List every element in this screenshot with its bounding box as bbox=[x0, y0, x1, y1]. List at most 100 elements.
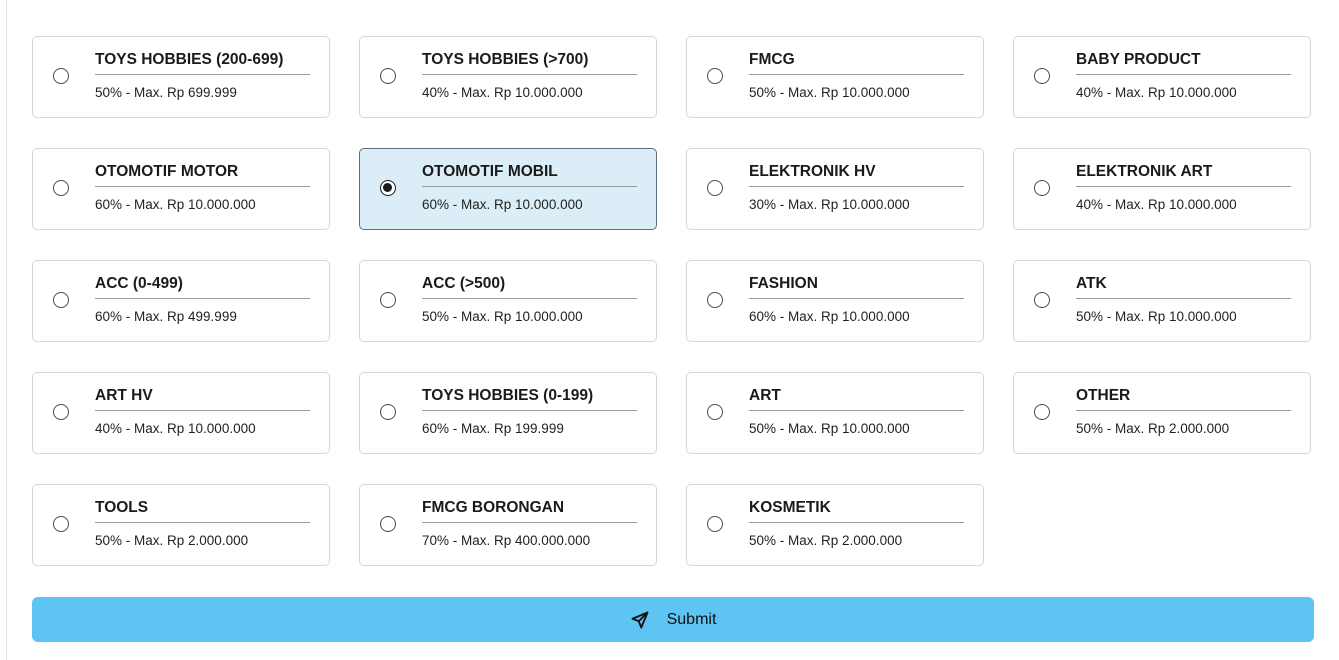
option-title: ACC (>500) bbox=[422, 274, 637, 299]
radio-button[interactable] bbox=[1034, 180, 1050, 196]
category-option[interactable]: BABY PRODUCT 40% - Max. Rp 10.000.000 bbox=[1013, 36, 1311, 118]
option-description: 50% - Max. Rp 2.000.000 bbox=[95, 533, 249, 548]
category-option[interactable]: ATK 50% - Max. Rp 10.000.000 bbox=[1013, 260, 1311, 342]
radio-button[interactable] bbox=[707, 180, 723, 196]
option-description: 50% - Max. Rp 10.000.000 bbox=[749, 421, 910, 436]
option-description: 40% - Max. Rp 10.000.000 bbox=[422, 85, 583, 100]
category-option[interactable]: ELEKTRONIK ART 40% - Max. Rp 10.000.000 bbox=[1013, 148, 1311, 230]
option-info: FASHION 60% - Max. Rp 10.000.000 bbox=[749, 274, 964, 325]
category-option[interactable]: ART HV 40% - Max. Rp 10.000.000 bbox=[32, 372, 330, 454]
option-title: FMCG bbox=[749, 50, 964, 75]
option-info: ACC (>500) 50% - Max. Rp 10.000.000 bbox=[422, 274, 637, 325]
send-icon bbox=[631, 611, 649, 628]
option-title: TOYS HOBBIES (200-699) bbox=[95, 50, 310, 75]
option-info: OTHER 50% - Max. Rp 2.000.000 bbox=[1076, 386, 1291, 437]
option-description: 50% - Max. Rp 2.000.000 bbox=[749, 533, 903, 548]
radio-button[interactable] bbox=[1034, 68, 1050, 84]
category-option[interactable]: ACC (0-499) 60% - Max. Rp 499.999 bbox=[32, 260, 330, 342]
option-info: FMCG 50% - Max. Rp 10.000.000 bbox=[749, 50, 964, 101]
option-title: FMCG BORONGAN bbox=[422, 498, 637, 523]
option-title: OTOMOTIF MOTOR bbox=[95, 162, 310, 187]
radio-button[interactable] bbox=[1034, 292, 1050, 308]
option-description: 60% - Max. Rp 10.000.000 bbox=[95, 197, 256, 212]
category-option[interactable]: FMCG 50% - Max. Rp 10.000.000 bbox=[686, 36, 984, 118]
radio-button[interactable] bbox=[380, 180, 396, 196]
option-info: TOYS HOBBIES (200-699) 50% - Max. Rp 699.… bbox=[95, 50, 310, 101]
option-info: OTOMOTIF MOTOR 60% - Max. Rp 10.000.000 bbox=[95, 162, 310, 213]
option-info: BABY PRODUCT 40% - Max. Rp 10.000.000 bbox=[1076, 50, 1291, 101]
option-title: ATK bbox=[1076, 274, 1291, 299]
option-description: 30% - Max. Rp 10.000.000 bbox=[749, 197, 910, 212]
option-info: FMCG BORONGAN 70% - Max. Rp 400.000.000 bbox=[422, 498, 637, 549]
option-info: ELEKTRONIK ART 40% - Max. Rp 10.000.000 bbox=[1076, 162, 1291, 213]
option-title: OTOMOTIF MOBIL bbox=[422, 162, 637, 187]
option-description: 50% - Max. Rp 10.000.000 bbox=[1076, 309, 1237, 324]
option-title: TOYS HOBBIES (0-199) bbox=[422, 386, 637, 411]
radio-button[interactable] bbox=[380, 404, 396, 420]
option-info: ART HV 40% - Max. Rp 10.000.000 bbox=[95, 386, 310, 437]
category-option[interactable]: ART 50% - Max. Rp 10.000.000 bbox=[686, 372, 984, 454]
radio-button[interactable] bbox=[707, 68, 723, 84]
category-option[interactable]: TOYS HOBBIES (0-199) 60% - Max. Rp 199.99… bbox=[359, 372, 657, 454]
category-option[interactable]: ELEKTRONIK HV 30% - Max. Rp 10.000.000 bbox=[686, 148, 984, 230]
radio-button[interactable] bbox=[380, 68, 396, 84]
option-info: TOYS HOBBIES (0-199) 60% - Max. Rp 199.99… bbox=[422, 386, 637, 437]
option-title: FASHION bbox=[749, 274, 964, 299]
option-description: 70% - Max. Rp 400.000.000 bbox=[422, 533, 591, 548]
category-option[interactable]: OTHER 50% - Max. Rp 2.000.000 bbox=[1013, 372, 1311, 454]
option-info: ATK 50% - Max. Rp 10.000.000 bbox=[1076, 274, 1291, 325]
option-info: OTOMOTIF MOBIL 60% - Max. Rp 10.000.000 bbox=[422, 162, 637, 213]
option-title: ART HV bbox=[95, 386, 310, 411]
category-option[interactable]: OTOMOTIF MOBIL 60% - Max. Rp 10.000.000 bbox=[359, 148, 657, 230]
radio-button[interactable] bbox=[53, 516, 69, 532]
submit-button[interactable]: Submit bbox=[32, 597, 1314, 642]
option-info: TOYS HOBBIES (>700) 40% - Max. Rp 10.000.… bbox=[422, 50, 637, 101]
radio-selected-dot bbox=[383, 183, 392, 192]
option-title: TOYS HOBBIES (>700) bbox=[422, 50, 637, 75]
radio-button[interactable] bbox=[53, 292, 69, 308]
option-description: 50% - Max. Rp 2.000.000 bbox=[1076, 421, 1230, 436]
radio-button[interactable] bbox=[707, 404, 723, 420]
option-description: 40% - Max. Rp 10.000.000 bbox=[1076, 197, 1237, 212]
radio-button[interactable] bbox=[707, 292, 723, 308]
option-title: BABY PRODUCT bbox=[1076, 50, 1291, 75]
option-description: 40% - Max. Rp 10.000.000 bbox=[1076, 85, 1237, 100]
radio-button[interactable] bbox=[53, 404, 69, 420]
option-title: ELEKTRONIK ART bbox=[1076, 162, 1291, 187]
radio-button[interactable] bbox=[380, 516, 396, 532]
option-title: KOSMETIK bbox=[749, 498, 964, 523]
radio-button[interactable] bbox=[707, 516, 723, 532]
category-option[interactable]: FASHION 60% - Max. Rp 10.000.000 bbox=[686, 260, 984, 342]
category-option[interactable]: ACC (>500) 50% - Max. Rp 10.000.000 bbox=[359, 260, 657, 342]
option-description: 60% - Max. Rp 10.000.000 bbox=[422, 197, 583, 212]
option-info: KOSMETIK 50% - Max. Rp 2.000.000 bbox=[749, 498, 964, 549]
category-option[interactable]: OTOMOTIF MOTOR 60% - Max. Rp 10.000.000 bbox=[32, 148, 330, 230]
radio-button[interactable] bbox=[380, 292, 396, 308]
option-info: TOOLS 50% - Max. Rp 2.000.000 bbox=[95, 498, 310, 549]
category-option[interactable]: TOYS HOBBIES (200-699) 50% - Max. Rp 699.… bbox=[32, 36, 330, 118]
radio-button[interactable] bbox=[1034, 404, 1050, 420]
option-info: ELEKTRONIK HV 30% - Max. Rp 10.000.000 bbox=[749, 162, 964, 213]
option-description: 50% - Max. Rp 10.000.000 bbox=[749, 85, 910, 100]
option-title: ACC (0-499) bbox=[95, 274, 310, 299]
option-description: 60% - Max. Rp 499.999 bbox=[95, 309, 237, 324]
left-divider bbox=[6, 0, 7, 660]
option-title: OTHER bbox=[1076, 386, 1291, 411]
option-description: 40% - Max. Rp 10.000.000 bbox=[95, 421, 256, 436]
category-option[interactable]: FMCG BORONGAN 70% - Max. Rp 400.000.000 bbox=[359, 484, 657, 566]
submit-label: Submit bbox=[666, 610, 717, 628]
category-option[interactable]: KOSMETIK 50% - Max. Rp 2.000.000 bbox=[686, 484, 984, 566]
option-description: 50% - Max. Rp 699.999 bbox=[95, 85, 237, 100]
option-info: ART 50% - Max. Rp 10.000.000 bbox=[749, 386, 964, 437]
option-description: 50% - Max. Rp 10.000.000 bbox=[422, 309, 583, 324]
radio-button[interactable] bbox=[53, 68, 69, 84]
category-option[interactable]: TOYS HOBBIES (>700) 40% - Max. Rp 10.000.… bbox=[359, 36, 657, 118]
option-title: ELEKTRONIK HV bbox=[749, 162, 964, 187]
category-option[interactable]: TOOLS 50% - Max. Rp 2.000.000 bbox=[32, 484, 330, 566]
option-description: 60% - Max. Rp 10.000.000 bbox=[749, 309, 910, 324]
option-title: ART bbox=[749, 386, 964, 411]
category-option-grid: TOYS HOBBIES (200-699) 50% - Max. Rp 699.… bbox=[32, 36, 1311, 566]
radio-button[interactable] bbox=[53, 180, 69, 196]
option-description: 60% - Max. Rp 199.999 bbox=[422, 421, 564, 436]
option-title: TOOLS bbox=[95, 498, 310, 523]
